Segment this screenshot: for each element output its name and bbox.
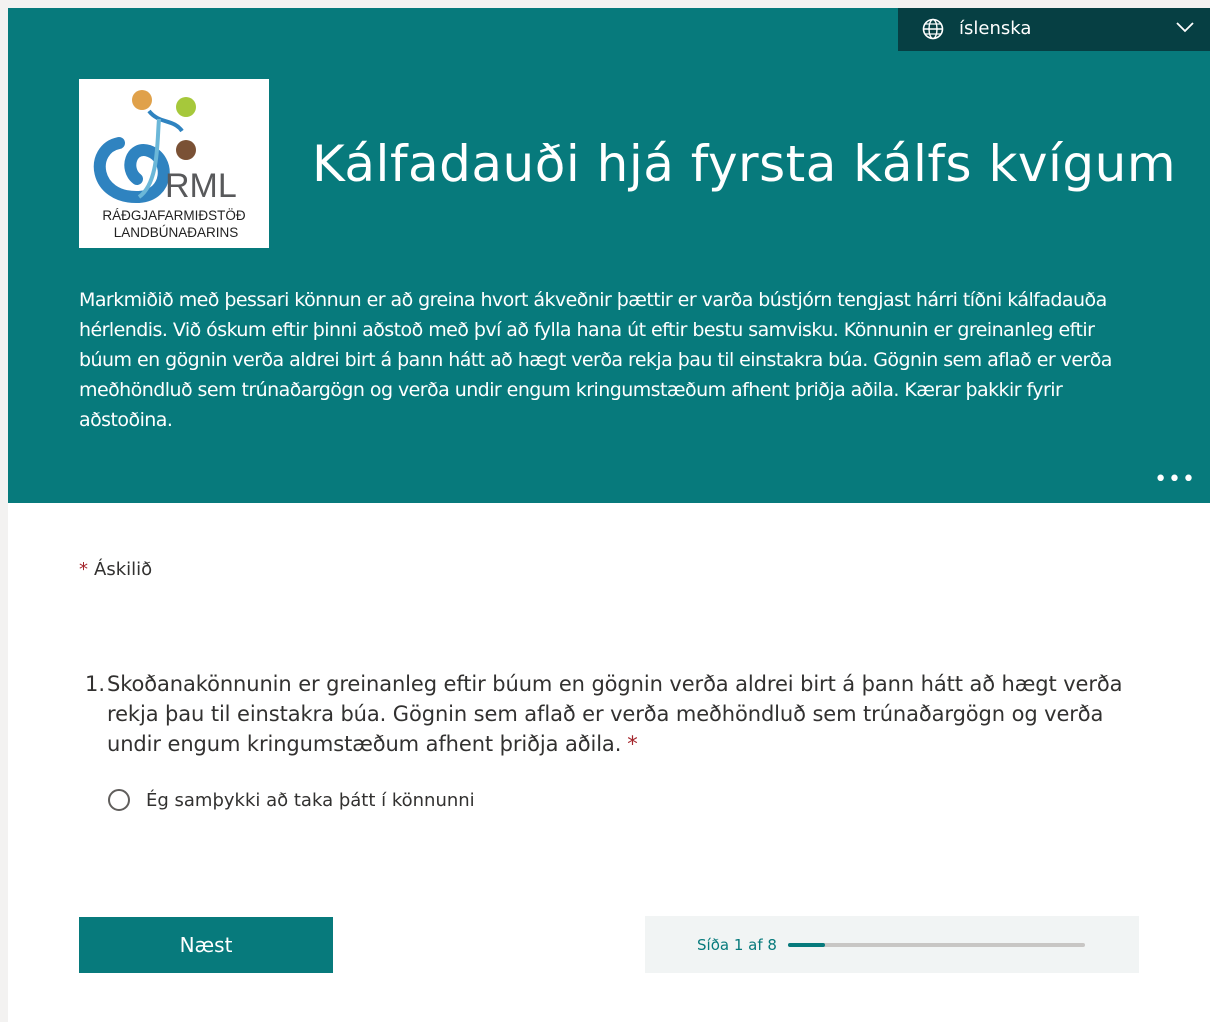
question-text: Skoðanakönnunin er greinanleg eftir búum… bbox=[107, 672, 1123, 756]
page-progress: Síða 1 af 8 bbox=[645, 916, 1139, 973]
question-text-wrap: Skoðanakönnunin er greinanleg eftir búum… bbox=[107, 669, 1147, 759]
form-header: íslenska RML RÁÐGJAFARMIÐSTÖÐ LANDBÚNAÐA… bbox=[8, 8, 1210, 503]
form-description: Markmiðið með þessari könnun er að grein… bbox=[79, 289, 1112, 431]
logo-image: RML RÁÐGJAFARMIÐSTÖÐ LANDBÚNAÐARINS bbox=[93, 90, 246, 240]
globe-icon bbox=[922, 18, 944, 40]
required-note: * Áskilið bbox=[79, 559, 152, 580]
logo-abbr: RML bbox=[165, 167, 237, 205]
progress-fill bbox=[788, 943, 826, 947]
consent-option-label: Ég samþykki að taka þátt í könnunni bbox=[146, 789, 475, 811]
question-required-star: * bbox=[627, 732, 638, 756]
form-page: íslenska RML RÁÐGJAFARMIÐSTÖÐ LANDBÚNAÐA… bbox=[8, 8, 1210, 1022]
logo-line1: RÁÐGJAFARMIÐSTÖÐ bbox=[102, 208, 246, 223]
chevron-down-icon bbox=[1176, 22, 1194, 33]
next-button[interactable]: Næst bbox=[79, 917, 333, 973]
progress-track bbox=[788, 943, 1085, 947]
progress-label: Síða 1 af 8 bbox=[697, 936, 777, 954]
consent-radio[interactable] bbox=[108, 789, 130, 811]
rml-logo: RML RÁÐGJAFARMIÐSTÖÐ LANDBÚNAÐARINS bbox=[79, 79, 269, 248]
more-options-icon[interactable]: ••• bbox=[1154, 469, 1196, 491]
required-star: * bbox=[79, 559, 88, 580]
question-1: 1. Skoðanakönnunin er greinanleg eftir b… bbox=[85, 669, 1165, 759]
consent-option[interactable]: Ég samþykki að taka þátt í könnunni bbox=[108, 789, 475, 811]
language-selector[interactable]: íslenska bbox=[898, 8, 1210, 51]
language-label: íslenska bbox=[959, 18, 1032, 39]
required-label: Áskilið bbox=[94, 559, 153, 580]
form-title: Kálfadauði hjá fyrsta kálfs kvígum bbox=[312, 135, 1177, 193]
logo-line2: LANDBÚNAÐARINS bbox=[114, 225, 239, 240]
question-number: 1. bbox=[85, 672, 106, 696]
